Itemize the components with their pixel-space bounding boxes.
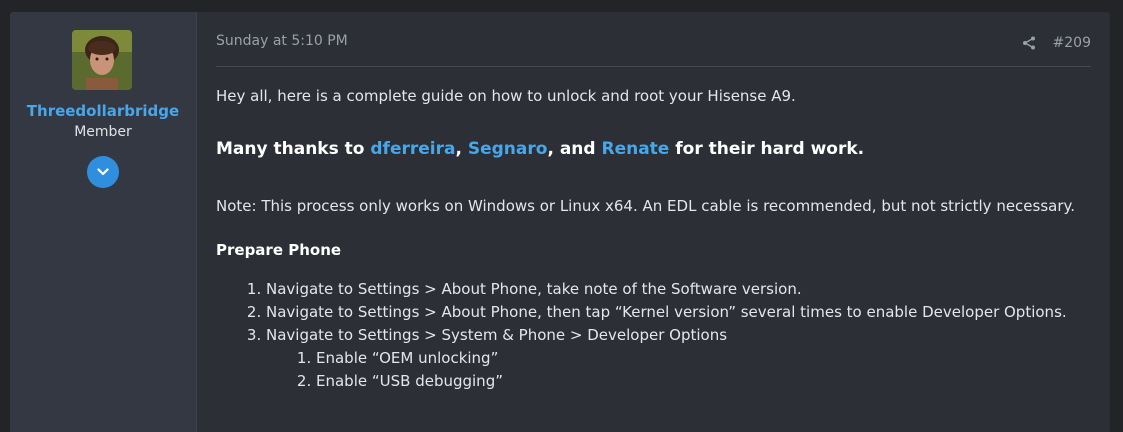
thanks-prefix: Many thanks to (216, 139, 371, 159)
list-item: Enable “USB debugging” (316, 370, 1067, 393)
expand-user-info-button[interactable] (87, 156, 119, 188)
thanks-separator: , (455, 139, 468, 159)
list-item: Navigate to Settings > About Phone, then… (266, 301, 1067, 324)
substeps-list: Enable “OEM unlocking” Enable “USB debug… (266, 347, 1067, 393)
share-icon[interactable] (1022, 36, 1036, 50)
user-info-column: Threedollarbridge Member (10, 12, 197, 432)
list-item: Enable “OEM unlocking” (316, 347, 1067, 370)
forum-post: Threedollarbridge Member Sunday at 5:10 … (10, 12, 1110, 432)
list-item: Navigate to Settings > About Phone, take… (266, 278, 1067, 301)
post-date[interactable]: Sunday at 5:10 PM (216, 33, 348, 49)
post-number-link[interactable]: #209 (1053, 35, 1091, 51)
post-actions: #209 (1022, 35, 1091, 51)
user-mention-renate[interactable]: Renate (601, 139, 669, 159)
note-text: Note: This process only works on Windows… (216, 197, 1076, 215)
user-mention-segnaro[interactable]: Segnaro (468, 139, 548, 159)
chevron-down-icon (97, 168, 109, 176)
thanks-suffix: for their hard work. (669, 139, 865, 159)
avatar[interactable] (72, 30, 132, 90)
list-item: Navigate to Settings > System & Phone > … (266, 324, 1067, 393)
user-mention-dferreira[interactable]: dferreira (370, 139, 455, 159)
intro-text: Hey all, here is a complete guide on how… (216, 87, 796, 105)
thanks-heading: Many thanks to dferreira, Segnaro, and R… (216, 139, 864, 159)
avatar-image (72, 30, 132, 90)
username-link[interactable]: Threedollarbridge (10, 102, 196, 120)
user-title: Member (74, 124, 132, 140)
thanks-separator: , and (547, 139, 602, 159)
header-divider (216, 66, 1091, 67)
steps-list: Navigate to Settings > About Phone, take… (216, 278, 1067, 393)
section-heading: Prepare Phone (216, 241, 342, 259)
list-item-text: Navigate to Settings > System & Phone > … (266, 326, 728, 344)
